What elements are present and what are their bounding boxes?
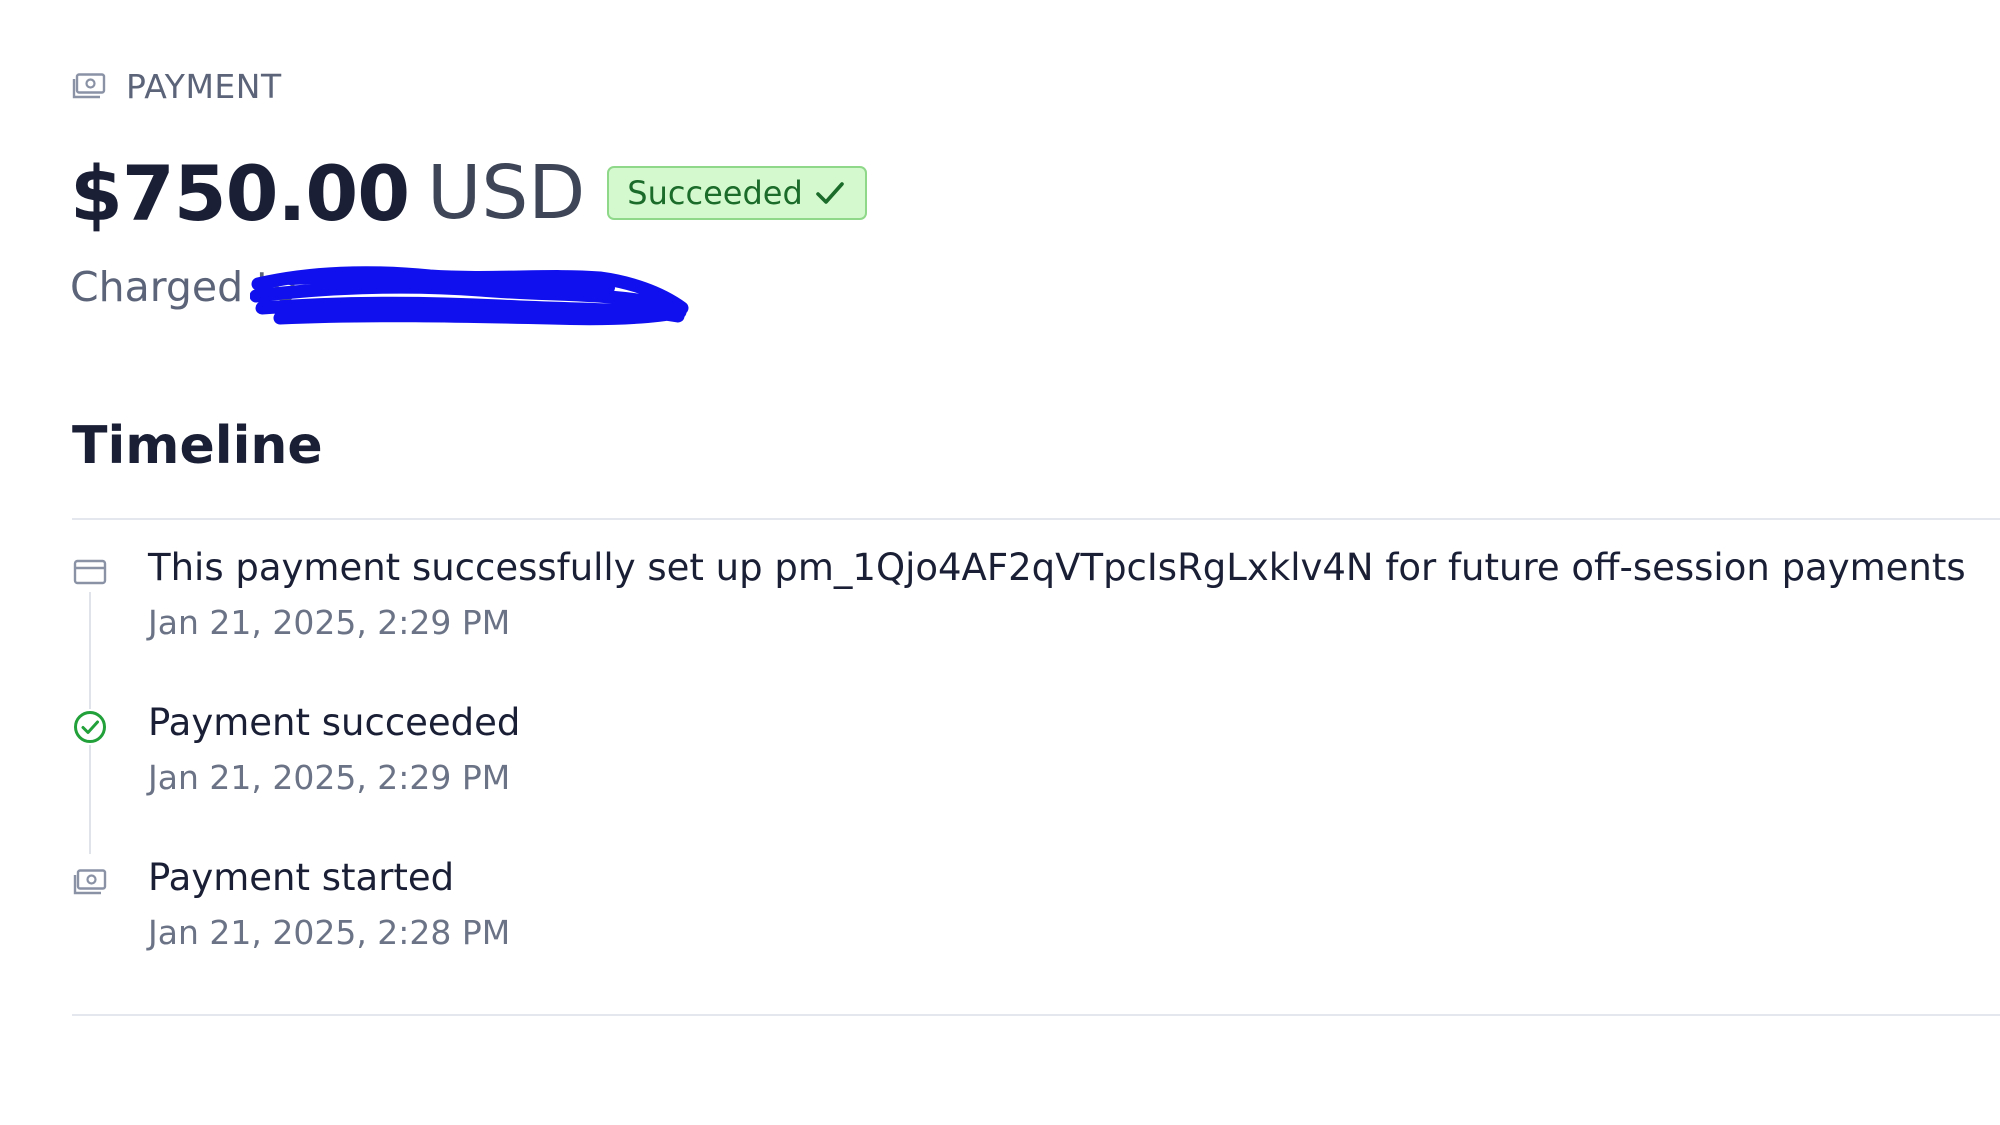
timeline-item-title: This payment successfully set up pm_1Qjo… (148, 546, 1966, 589)
timeline-item-time: Jan 21, 2025, 2:29 PM (148, 758, 511, 797)
payment-icon (72, 73, 106, 99)
redaction-scribble (250, 266, 689, 326)
timeline-item-time: Jan 21, 2025, 2:28 PM (148, 913, 511, 952)
status-badge-label: Succeeded (627, 174, 803, 212)
timeline-item: Payment succeeded Jan 21, 2025, 2:29 PM (72, 695, 2000, 815)
section-header: PAYMENT (72, 66, 282, 106)
section-label: PAYMENT (126, 66, 282, 106)
amount-row: $750.00 USD Succeeded (70, 148, 867, 238)
check-circle-icon (72, 709, 108, 745)
timeline-divider-bottom (72, 1014, 2000, 1016)
timeline-item: This payment successfully set up pm_1Qjo… (72, 540, 2000, 660)
payment-amount: $750.00 (70, 148, 410, 238)
payment-icon (72, 864, 108, 900)
timeline-divider-top (72, 518, 2000, 520)
timeline-item-title: Payment succeeded (148, 701, 521, 744)
timeline-title: Timeline (72, 416, 323, 476)
status-badge: Succeeded (607, 166, 867, 220)
card-icon (72, 554, 108, 590)
timeline-item: Payment started Jan 21, 2025, 2:28 PM (72, 850, 2000, 970)
payment-currency: USD (427, 150, 586, 236)
checkmark-icon (813, 176, 847, 210)
timeline-item-time: Jan 21, 2025, 2:29 PM (148, 603, 511, 642)
timeline-item-title: Payment started (148, 856, 455, 899)
